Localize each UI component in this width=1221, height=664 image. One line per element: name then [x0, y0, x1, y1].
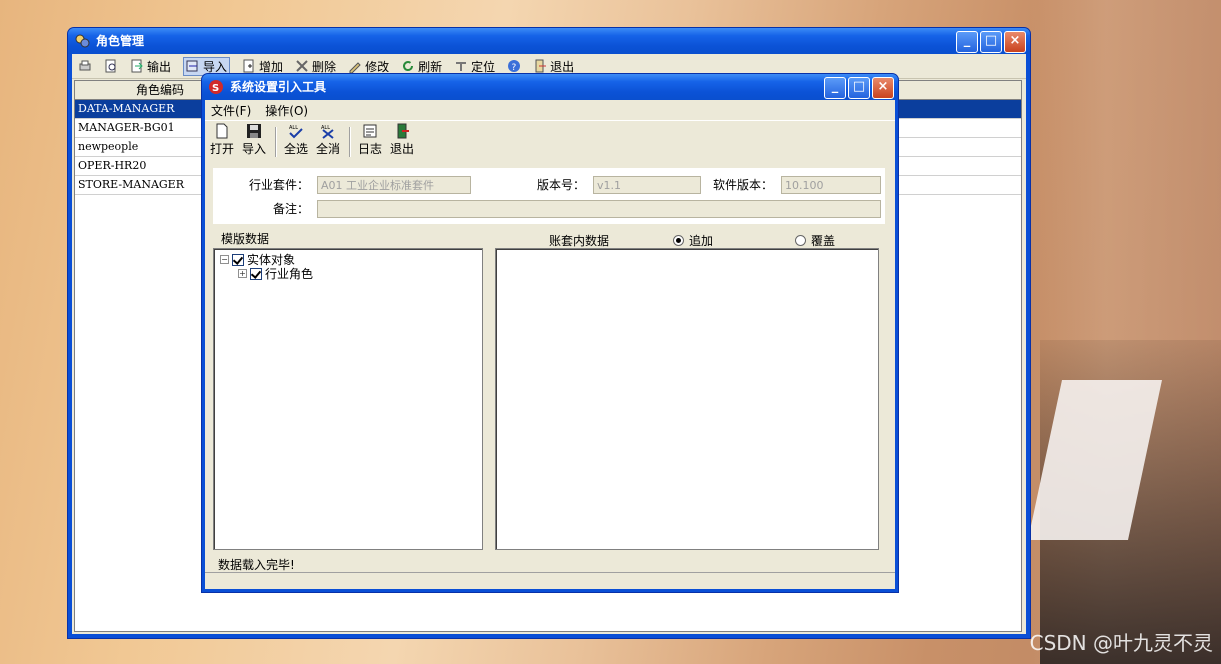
deselect-all-label: 全消 [315, 142, 340, 156]
exit-label: 退出 [550, 59, 575, 74]
select-all-icon: ALL [289, 125, 303, 139]
add-icon [243, 59, 254, 73]
software-version-field[interactable]: 10.100 [781, 176, 881, 194]
locate-label: 定位 [471, 59, 496, 74]
menu-operate[interactable]: 操作(O) [265, 102, 308, 119]
remark-label: 备注： [273, 202, 310, 216]
title-bar[interactable]: 角色管理 _ □ × [68, 28, 1030, 54]
delete-button[interactable]: 删除 [295, 58, 336, 75]
import-tool-button[interactable]: 导入 [239, 123, 269, 157]
delete-label: 删除 [312, 59, 337, 74]
version-label: 版本号： [537, 178, 586, 192]
select-all-label: 全选 [283, 142, 308, 156]
log-label: 日志 [357, 142, 382, 156]
status-text: 数据载入完毕! [218, 558, 295, 572]
delete-icon [296, 60, 308, 72]
toolbar-separator [349, 127, 351, 157]
tree-child-label: 行业角色 [265, 267, 314, 281]
tree-node-child[interactable]: + 行业角色 [238, 265, 313, 282]
edit-label: 修改 [365, 59, 390, 74]
industry-field[interactable]: A01 工业企业标准套件 [317, 176, 471, 194]
import-tool-dialog: S 系统设置引入工具 _ □ × 文件(F) 操作(O) 打开 导入 ALL 全… [202, 74, 898, 592]
radio-append-dot[interactable] [673, 235, 684, 246]
edit-button[interactable]: 修改 [348, 58, 389, 75]
checkbox-child[interactable] [250, 267, 262, 280]
window-title: 角色管理 [96, 34, 145, 48]
checkbox-root[interactable] [232, 253, 244, 266]
refresh-label: 刷新 [418, 59, 443, 74]
exit-door-icon [397, 123, 409, 139]
log-button[interactable]: 日志 [355, 123, 385, 157]
template-tree: − 实体对象 + 行业角色 [213, 248, 483, 550]
locate-button[interactable]: 定位 [454, 58, 495, 75]
select-all-button[interactable]: ALL 全选 [281, 123, 311, 157]
maximize-button[interactable]: □ [980, 31, 1002, 53]
status-bar [205, 572, 895, 589]
radio-overwrite-dot[interactable] [795, 235, 806, 246]
version-field[interactable]: v1.1 [593, 176, 701, 194]
svg-text:S: S [212, 83, 219, 94]
log-icon [363, 124, 377, 138]
suite-info-panel: 行业套件： A01 工业企业标准套件 版本号： v1.1 软件版本： 10.10… [213, 168, 885, 224]
export-icon [131, 59, 143, 73]
role-app-icon [75, 34, 90, 48]
svg-text:ALL: ALL [289, 125, 298, 131]
add-label: 增加 [259, 59, 284, 74]
svg-text:ALL: ALL [321, 125, 330, 131]
help-button[interactable]: ? [507, 59, 521, 73]
export-label: 输出 [147, 59, 172, 74]
print-button[interactable] [78, 59, 92, 73]
toolbar-separator [275, 127, 277, 157]
expand-icon[interactable]: + [238, 269, 247, 278]
deselect-all-icon: ALL [321, 125, 334, 139]
menu-bar: 文件(F) 操作(O) [205, 100, 895, 120]
refresh-button[interactable]: 刷新 [401, 58, 442, 75]
industry-label: 行业套件： [249, 178, 310, 192]
open-button[interactable]: 打开 [207, 123, 237, 157]
edit-icon [349, 62, 361, 73]
dialog-toolbar: 打开 导入 ALL 全选 ALL 全消 日志 退出 [205, 120, 895, 157]
software-version-label: 软件版本： [713, 178, 774, 192]
quit-label: 退出 [389, 142, 414, 156]
import-tool-label: 导入 [241, 142, 266, 156]
add-button[interactable]: 增加 [242, 58, 283, 75]
collapse-icon[interactable]: − [220, 255, 229, 264]
preview-button[interactable] [104, 59, 118, 73]
watermark: CSDN @叶九灵不灵 [1029, 631, 1213, 655]
minimize-button[interactable]: _ [956, 31, 978, 53]
help-icon: ? [508, 60, 521, 73]
preview-icon [105, 59, 116, 73]
save-icon [247, 124, 261, 138]
quit-button[interactable]: 退出 [387, 123, 417, 157]
print-icon [79, 60, 91, 71]
app-logo-icon: S [209, 80, 223, 94]
exit-button[interactable]: 退出 [533, 58, 574, 75]
remark-field[interactable] [317, 200, 881, 218]
svg-text:?: ? [512, 63, 517, 73]
exit-icon [535, 59, 547, 73]
radio-append-label: 追加 [689, 234, 714, 248]
open-file-icon [216, 123, 228, 139]
account-data-pane [495, 248, 879, 550]
radio-overwrite-label: 覆盖 [811, 234, 836, 248]
locate-icon [456, 62, 467, 71]
minimize-button[interactable]: _ [824, 77, 846, 99]
open-label: 打开 [209, 142, 234, 156]
dialog-title-bar[interactable]: S 系统设置引入工具 _ □ × [202, 74, 898, 100]
account-data-label: 账套内数据 [549, 234, 610, 248]
close-button[interactable]: × [872, 77, 894, 99]
menu-file[interactable]: 文件(F) [211, 102, 251, 119]
maximize-button[interactable]: □ [848, 77, 870, 99]
import-label: 导入 [203, 59, 228, 74]
dialog-title: 系统设置引入工具 [230, 80, 327, 94]
import-icon [186, 60, 198, 72]
template-data-label: 模版数据 [221, 232, 270, 246]
refresh-icon [403, 61, 414, 72]
radio-append[interactable]: 追加 [673, 232, 713, 249]
deselect-all-button[interactable]: ALL 全消 [313, 123, 343, 157]
import-button[interactable]: 导入 [183, 56, 231, 76]
radio-overwrite[interactable]: 覆盖 [795, 232, 835, 249]
close-button[interactable]: × [1004, 31, 1026, 53]
export-button[interactable]: 输出 [130, 58, 171, 75]
